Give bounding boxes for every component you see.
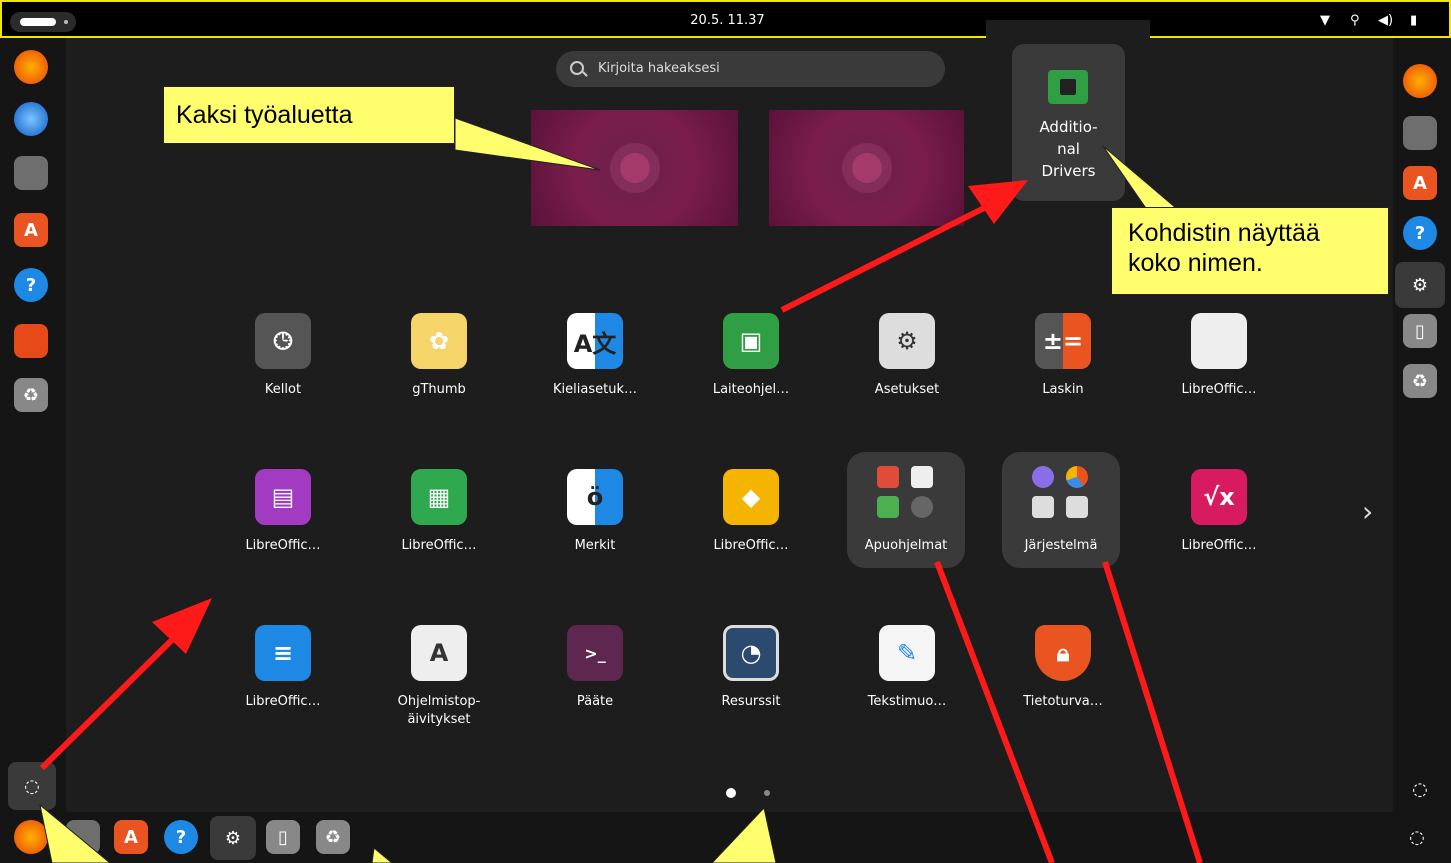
- callout-pointer: [1102, 145, 1185, 215]
- callout-pointer: [454, 117, 601, 171]
- arrowhead: [968, 180, 1028, 224]
- callout-pointer: [371, 847, 393, 863]
- callout-cursor: Kohdistin näyttää koko nimen.: [1111, 207, 1389, 295]
- arrow-line: [780, 197, 1002, 313]
- callout-pointer: [711, 806, 777, 863]
- arrow-line: [934, 560, 1055, 863]
- callout-pointer: [39, 803, 111, 863]
- arrow-line: [1102, 561, 1203, 863]
- arrowhead: [152, 598, 212, 654]
- callout-workspaces: Kaksi työaluetta: [163, 86, 455, 144]
- arrow-line: [39, 629, 183, 771]
